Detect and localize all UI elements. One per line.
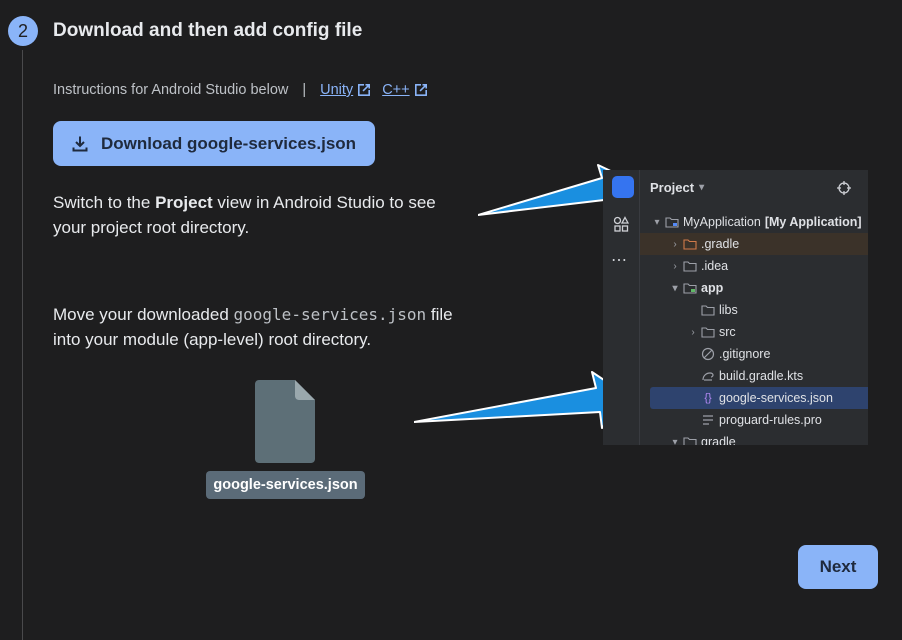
tool-window-strip: ⋯	[603, 170, 640, 445]
arrow-right-icon	[414, 371, 629, 429]
file-name-label: google-services.json	[206, 471, 365, 499]
tree-item-libs: libs	[640, 299, 868, 321]
instructions-row: Instructions for Android Studio below | …	[53, 82, 439, 98]
folder-icon	[700, 303, 716, 317]
tree-item-myapplication: ▾ MyApplication [My Application]	[654, 215, 862, 229]
next-button[interactable]: Next	[798, 545, 878, 589]
tree-item-build-gradle: build.gradle.kts	[640, 365, 868, 387]
shapes-icon	[613, 216, 629, 232]
more-icon: ⋯	[611, 252, 628, 269]
project-view-label: Project	[650, 180, 695, 195]
gradle-file-icon	[700, 369, 716, 383]
folder-icon	[682, 281, 698, 295]
chevron-down-icon: ▾	[699, 182, 705, 193]
android-studio-project-panel: ⋯ Project ▾ ▾ MyApplication [My Applicati…	[603, 170, 868, 445]
tree-item-idea: › .idea	[673, 259, 729, 273]
switch-project-view-text: Switch to the Project view in Android St…	[53, 190, 473, 240]
paragraph1-prefix: Switch to the	[53, 193, 156, 212]
text-file-icon	[700, 413, 716, 427]
tree-item-label: src	[719, 325, 736, 339]
target-icon	[837, 181, 851, 195]
cpp-link-label: C++	[382, 82, 410, 98]
download-button-label: Download google-services.json	[101, 133, 357, 153]
download-icon	[72, 136, 88, 151]
project-tool-icon	[612, 176, 634, 198]
tree-item-gradle-dir: › .gradle	[640, 233, 868, 255]
external-link-icon	[414, 84, 427, 96]
instructions-separator: |	[302, 82, 307, 98]
folder-icon	[700, 325, 716, 339]
instructions-text: Instructions for Android Studio below	[53, 82, 289, 98]
folder-icon	[682, 259, 698, 273]
tree-item-google-services-json: {} google-services.json	[650, 387, 868, 409]
tree-item-label: MyApplication	[683, 215, 761, 229]
tree-item-proguard: proguard-rules.pro	[640, 409, 868, 431]
folder-icon	[682, 435, 698, 445]
file-icon	[255, 380, 315, 463]
tree-item-label: .idea	[701, 259, 729, 273]
tree-item-label: .gradle	[701, 237, 740, 251]
folder-icon	[664, 215, 680, 229]
tree-item-label: libs	[719, 303, 738, 317]
unity-link[interactable]: Unity	[320, 82, 372, 98]
paragraph1-bold: Project	[155, 193, 213, 212]
step-connector-line	[22, 50, 23, 640]
move-file-text: Move your downloaded google-services.jso…	[53, 302, 473, 352]
json-file-icon: {}	[704, 392, 712, 404]
paragraph2-prefix: Move your downloaded	[53, 305, 234, 324]
tree-item-label: proguard-rules.pro	[719, 413, 822, 427]
ignore-file-icon	[700, 347, 716, 361]
tree-item-label: .gitignore	[719, 347, 771, 361]
tree-item-label: build.gradle.kts	[719, 369, 804, 383]
tree-item-module-tag: [My Application]	[764, 215, 862, 229]
tree-item-label: google-services.json	[719, 391, 833, 405]
external-link-icon	[358, 84, 371, 96]
download-config-button[interactable]: Download google-services.json	[53, 121, 375, 166]
project-view-selector: Project ▾	[650, 180, 704, 195]
tree-item-src: › src	[691, 325, 736, 339]
tree-item-label: app	[701, 281, 724, 295]
folder-icon	[682, 237, 698, 251]
unity-link-label: Unity	[320, 82, 354, 98]
tree-item-label: gradle	[701, 435, 736, 445]
cpp-link[interactable]: C++	[382, 82, 428, 98]
tree-item-app: ▾ app	[672, 281, 724, 295]
paragraph2-code: google-services.json	[233, 305, 427, 324]
step-number-badge: 2	[8, 16, 38, 46]
tree-item-gitignore: .gitignore	[640, 343, 868, 365]
step-title: Download and then add config file	[53, 20, 363, 41]
tree-item-gradle: ▾ gradle	[640, 431, 868, 445]
